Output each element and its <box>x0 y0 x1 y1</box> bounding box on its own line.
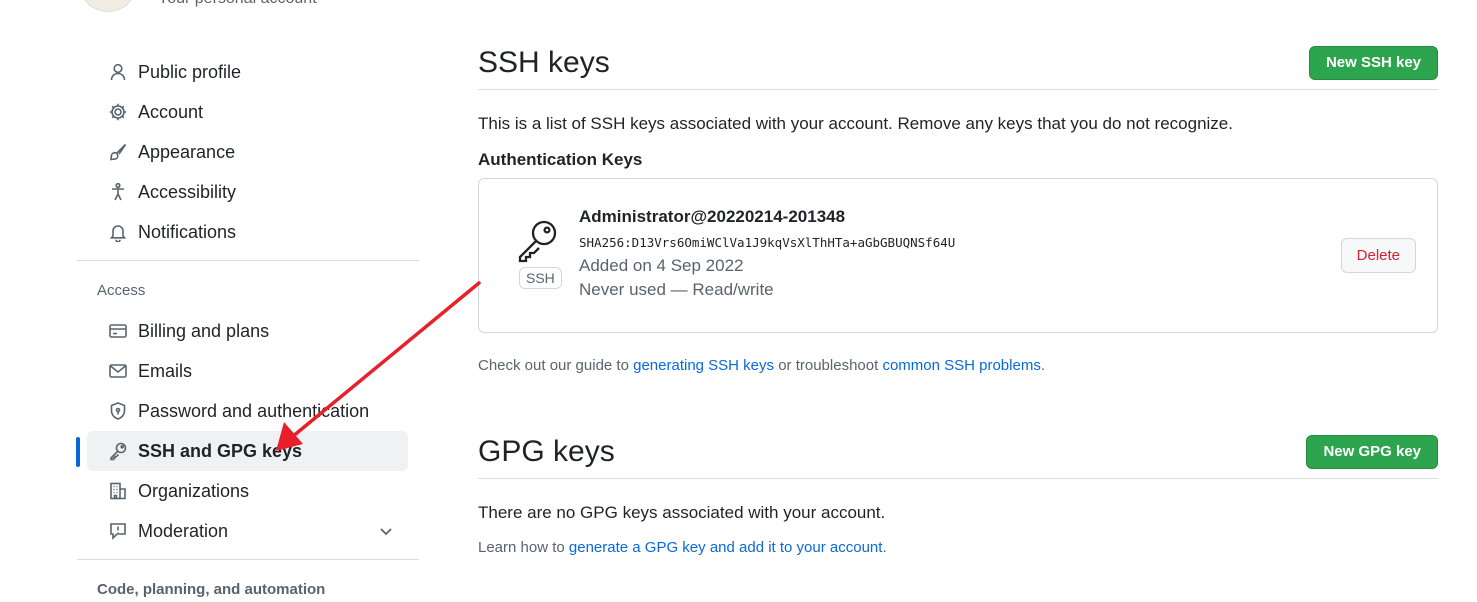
sidebar-item-notifications[interactable]: Notifications <box>87 212 408 252</box>
sidebar-item-label: Moderation <box>138 520 229 541</box>
sidebar-item-label: Notifications <box>138 221 237 242</box>
guide-prefix: Check out our guide to <box>478 357 634 374</box>
ssh-key-details: Administrator@20220214-201348 SHA256:D13… <box>579 207 955 300</box>
key-icon <box>107 440 129 462</box>
report-icon <box>107 520 129 542</box>
sidebar-item-label: Appearance <box>138 141 236 162</box>
gpg-section-title: GPG keys <box>478 434 615 468</box>
sidebar-item-label: Public profile <box>138 61 242 82</box>
ssh-keys-header: SSH keys New SSH key <box>478 40 1438 90</box>
chevron-down-icon[interactable] <box>376 521 396 541</box>
person-icon <box>107 61 129 83</box>
generating-ssh-keys-link[interactable]: generating SSH keys <box>633 357 774 374</box>
settings-sidebar: Public profile Account Appearance Access… <box>76 52 419 602</box>
sidebar-divider <box>77 260 419 261</box>
sidebar-item-accessibility[interactable]: Accessibility <box>87 172 408 212</box>
avatar <box>80 0 136 12</box>
sidebar-item-label: Password and authentication <box>138 400 370 421</box>
gpg-empty-message: There are no GPG keys associated with yo… <box>478 503 886 522</box>
ssh-key-usage: Never used — Read/write <box>579 280 774 299</box>
sidebar-item-label: Organizations <box>138 480 250 501</box>
sidebar-item-moderation[interactable]: Moderation <box>87 511 408 551</box>
shield-lock-icon <box>107 400 129 422</box>
guide-mid: or troubleshoot <box>774 357 883 374</box>
ssh-key-added-date: Added on 4 Sep 2022 <box>579 256 744 275</box>
sidebar-item-password-authentication[interactable]: Password and authentication <box>87 391 408 431</box>
sidebar-item-label: Emails <box>138 360 193 381</box>
sidebar-item-account[interactable]: Account <box>87 92 408 132</box>
bell-icon <box>107 221 129 243</box>
delete-ssh-key-button[interactable]: Delete <box>1340 238 1416 273</box>
guide-suffix: . <box>1040 357 1045 374</box>
ssh-guide-text: Check out our guide to generating SSH ke… <box>478 357 1438 374</box>
active-indicator <box>76 437 80 467</box>
ssh-key-title: Administrator@20220214-201348 <box>579 207 846 226</box>
sidebar-section-code-planning: Code, planning, and automation <box>97 580 326 598</box>
sidebar-item-label: Billing and plans <box>138 320 270 341</box>
sidebar-item-label: SSH and GPG keys <box>138 440 303 461</box>
new-ssh-key-button[interactable]: New SSH key <box>1308 45 1438 80</box>
sidebar-item-public-profile[interactable]: Public profile <box>87 52 408 92</box>
key-icon <box>515 217 563 265</box>
common-ssh-problems-link[interactable]: common SSH problems <box>882 357 1040 374</box>
main-content: SSH keys New SSH key This is a list of S… <box>478 40 1438 556</box>
ssh-type-badge: SSH <box>519 267 562 289</box>
sidebar-item-billing[interactable]: Billing and plans <box>87 311 408 351</box>
accessibility-icon <box>107 181 129 203</box>
sidebar-item-emails[interactable]: Emails <box>87 351 408 391</box>
gpg-keys-header: GPG keys New GPG key <box>478 429 1438 479</box>
ssh-key-fingerprint: SHA256:D13Vrs6OmiWClVa1J9kqVsXlThHTa+aGb… <box>579 235 956 250</box>
sidebar-divider <box>77 559 419 560</box>
sidebar-item-organizations[interactable]: Organizations <box>87 471 408 511</box>
authentication-keys-heading: Authentication Keys <box>478 150 643 169</box>
sidebar-item-ssh-gpg-keys[interactable]: SSH and GPG keys <box>76 431 408 471</box>
sidebar-item-label: Accessibility <box>138 181 237 202</box>
credit-card-icon <box>107 320 129 342</box>
organization-icon <box>107 480 129 502</box>
learn-suffix: . <box>882 539 887 556</box>
sidebar-item-label: Account <box>138 101 204 122</box>
mail-icon <box>107 360 129 382</box>
sidebar-section-access: Access <box>97 281 146 299</box>
gear-icon <box>107 101 129 123</box>
learn-prefix: Learn how to <box>478 539 569 556</box>
ssh-key-item: SSH Administrator@20220214-201348 SHA256… <box>478 178 1438 333</box>
new-gpg-key-button[interactable]: New GPG key <box>1306 434 1438 469</box>
account-subtitle: Your personal account <box>158 0 317 8</box>
ssh-description: This is a list of SSH keys associated wi… <box>478 114 1233 133</box>
gpg-learn-text: Learn how to generate a GPG key and add … <box>478 539 1438 556</box>
generate-gpg-key-link[interactable]: generate a GPG key and add it to your ac… <box>569 539 883 556</box>
sidebar-item-appearance[interactable]: Appearance <box>87 132 408 172</box>
page-title: SSH keys <box>478 45 610 79</box>
paintbrush-icon <box>107 141 129 163</box>
